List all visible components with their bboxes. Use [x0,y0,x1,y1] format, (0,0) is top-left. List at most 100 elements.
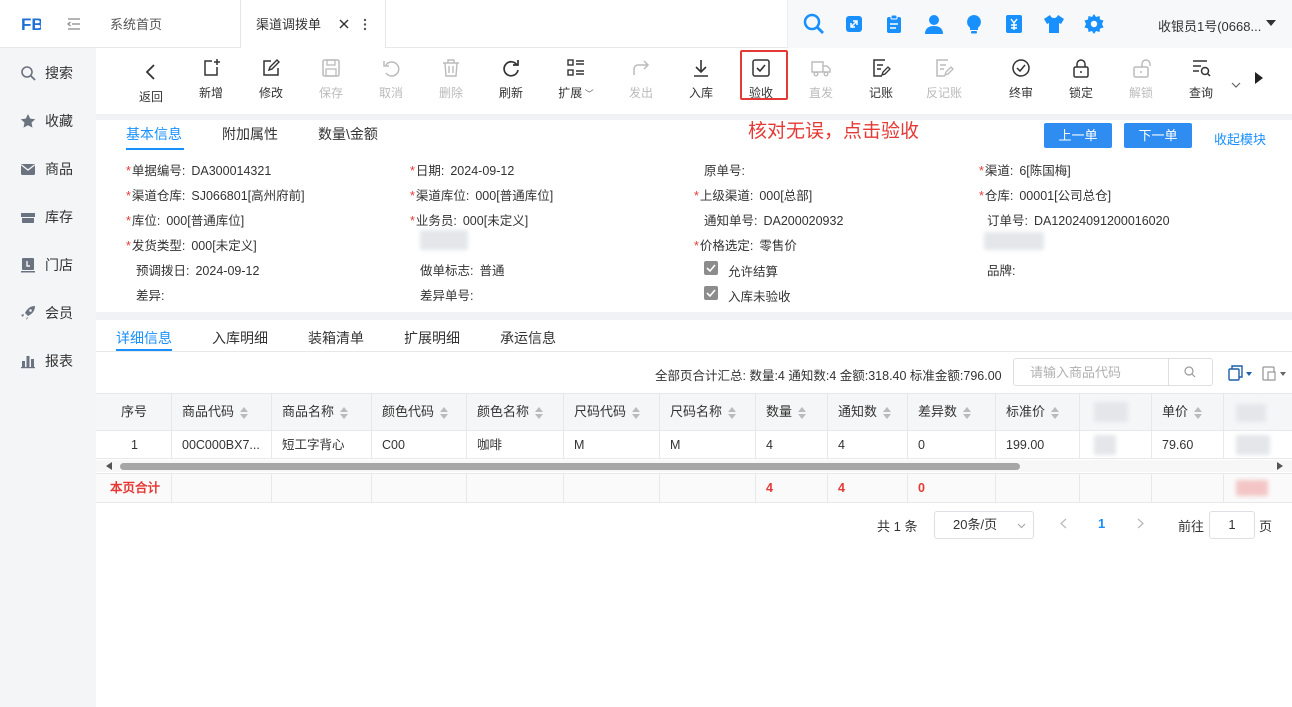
caret-right-icon[interactable] [1254,72,1264,84]
table-row[interactable]: 1 00C000BX7... 短工字背心 C00 咖啡 M M 4 4 0 19… [96,431,1292,459]
field-channel[interactable]: *渠道: 6[陈国梅] [979,160,1071,179]
page-size-select[interactable]: 20条/页 [934,511,1034,539]
tab-extra-attrs[interactable]: 附加属性 [222,124,278,144]
search-button[interactable] [1168,359,1212,385]
field-channel-location[interactable]: *渠道库位: 000[普通库位] [410,185,553,204]
back-button[interactable]: 返回 [129,62,173,105]
sort-icon[interactable] [535,406,544,419]
stock-in-button[interactable]: 入库 [679,58,723,101]
tab-carrier-info[interactable]: 承运信息 [500,328,556,348]
field-brand[interactable]: 品牌: [987,260,1021,279]
scroll-right-icon[interactable] [1277,462,1283,470]
col-header[interactable]: 商品代码 [172,394,272,431]
app-logo[interactable]: FB [21,13,41,33]
add-button[interactable]: 新增 [189,58,233,101]
sort-icon[interactable] [883,406,892,419]
field-date[interactable]: *日期: 2024-09-12 [410,160,514,179]
field-maker-flag[interactable]: 做单标志: 普通 [420,260,505,279]
edit-button[interactable]: 修改 [249,58,293,101]
search-icon[interactable] [803,13,825,35]
tab-qty-amount[interactable]: 数量\金额 [318,124,378,144]
menu-collapse-icon[interactable] [66,16,82,32]
unpost-button[interactable]: 反记账 [919,58,969,101]
tab-stock-in-detail[interactable]: 入库明细 [212,328,268,348]
tab-packing-list[interactable]: 装箱清单 [308,328,364,348]
sidebar-item-favorites[interactable]: 收藏 [20,110,73,132]
next-doc-button[interactable]: 下一单 [1124,123,1192,148]
sidebar-item-report[interactable]: 报表 [20,350,73,372]
field-notice-no[interactable]: 通知单号: DA200020932 [704,210,843,229]
col-header[interactable]: 通知数 [828,394,908,431]
goto-page-input[interactable]: 1 [1209,511,1255,539]
col-header[interactable]: 数量 [756,394,828,431]
collapse-module-link[interactable]: 收起模块 [1214,129,1266,148]
tab-home[interactable]: 系统首页 [110,0,162,48]
sort-icon[interactable] [240,406,249,419]
unlock-button[interactable]: 解锁 [1119,58,1163,101]
field-ship-type[interactable]: *发货类型: 000[未定义] [126,235,257,254]
scrollbar-thumb[interactable] [120,463,1020,470]
col-header[interactable]: 颜色名称 [467,394,564,431]
refresh-button[interactable]: 刷新 [489,58,533,101]
allow-settle-checkbox[interactable] [704,261,718,275]
field-parent-channel[interactable]: *上级渠道: 000[总部] [694,185,812,204]
field-diff-no[interactable]: 差异单号: [420,285,479,304]
clipboard-icon[interactable] [883,13,905,35]
user-icon[interactable] [923,13,945,35]
field-location[interactable]: *库位: 000[普通库位] [126,210,244,229]
field-salesman[interactable]: *业务员: 000[未定义] [410,210,528,229]
sort-icon[interactable] [340,406,349,419]
post-button[interactable]: 记账 [859,58,903,101]
field-price-select[interactable]: *价格选定: 零售价 [694,235,797,254]
col-header[interactable]: 差异数 [908,394,996,431]
field-warehouse[interactable]: *仓库: 00001[公司总仓] [979,185,1111,204]
current-user[interactable]: 收银员1号(0668... [1158,16,1261,35]
sidebar-item-goods[interactable]: 商品 [20,158,73,180]
save-button[interactable]: 保存 [309,58,353,101]
field-diff[interactable]: 差异: [136,285,170,304]
field-channel-warehouse[interactable]: *渠道仓库: SJ066801[高州府前] [126,185,305,204]
chevron-down-icon[interactable] [1231,82,1241,88]
col-header[interactable]: 商品名称 [272,394,372,431]
col-header[interactable]: 单价 [1152,394,1224,431]
extend-dropdown[interactable]: 扩展 ﹀ [549,58,603,101]
scroll-left-icon[interactable] [106,462,112,470]
product-code-input[interactable] [1014,359,1168,385]
lock-button[interactable]: 锁定 [1059,58,1103,101]
current-page[interactable]: 1 [1098,516,1105,531]
query-button[interactable]: 查询 [1179,58,1223,101]
paste-dropdown-icon[interactable] [1262,365,1286,381]
field-order-no[interactable]: 订单号: DA12024091200016020 [987,210,1170,229]
tab-channel-transfer[interactable]: 渠道调拨单 [240,0,386,48]
tab-basic-info[interactable]: 基本信息 [126,124,182,144]
direct-ship-button[interactable]: 直发 [799,58,843,101]
caret-down-icon[interactable] [1266,20,1276,26]
bulb-icon[interactable] [963,13,985,35]
gear-icon[interactable] [1083,13,1105,35]
copy-dropdown-icon[interactable] [1228,365,1252,381]
sort-icon[interactable] [1194,406,1203,419]
cashier-icon[interactable] [1003,13,1025,35]
col-header[interactable]: 标准价 [996,394,1080,431]
delete-button[interactable]: 删除 [429,58,473,101]
prev-doc-button[interactable]: 上一单 [1044,123,1112,148]
sidebar-item-member[interactable]: 会员 [20,302,73,324]
expand-icon[interactable] [843,13,865,35]
horizontal-scrollbar[interactable] [96,460,1292,472]
sidebar-item-store[interactable]: 门店 [20,254,73,276]
next-page-icon[interactable] [1137,518,1144,529]
more-vertical-icon[interactable] [363,18,367,31]
col-header[interactable]: 尺码代码 [564,394,660,431]
sort-icon[interactable] [963,406,972,419]
prev-page-icon[interactable] [1060,518,1067,529]
field-orig-no[interactable]: 原单号: [704,160,751,179]
sort-icon[interactable] [632,406,641,419]
field-pre-transfer-date[interactable]: 预调拨日: 2024-09-12 [136,260,259,279]
send-button[interactable]: 发出 [619,58,663,101]
close-icon[interactable] [338,18,350,30]
final-review-button[interactable]: 终审 [999,58,1043,101]
cancel-button[interactable]: 取消 [369,58,413,101]
col-header[interactable]: 尺码名称 [660,394,756,431]
sort-icon[interactable] [440,406,449,419]
shirt-icon[interactable] [1043,13,1065,35]
